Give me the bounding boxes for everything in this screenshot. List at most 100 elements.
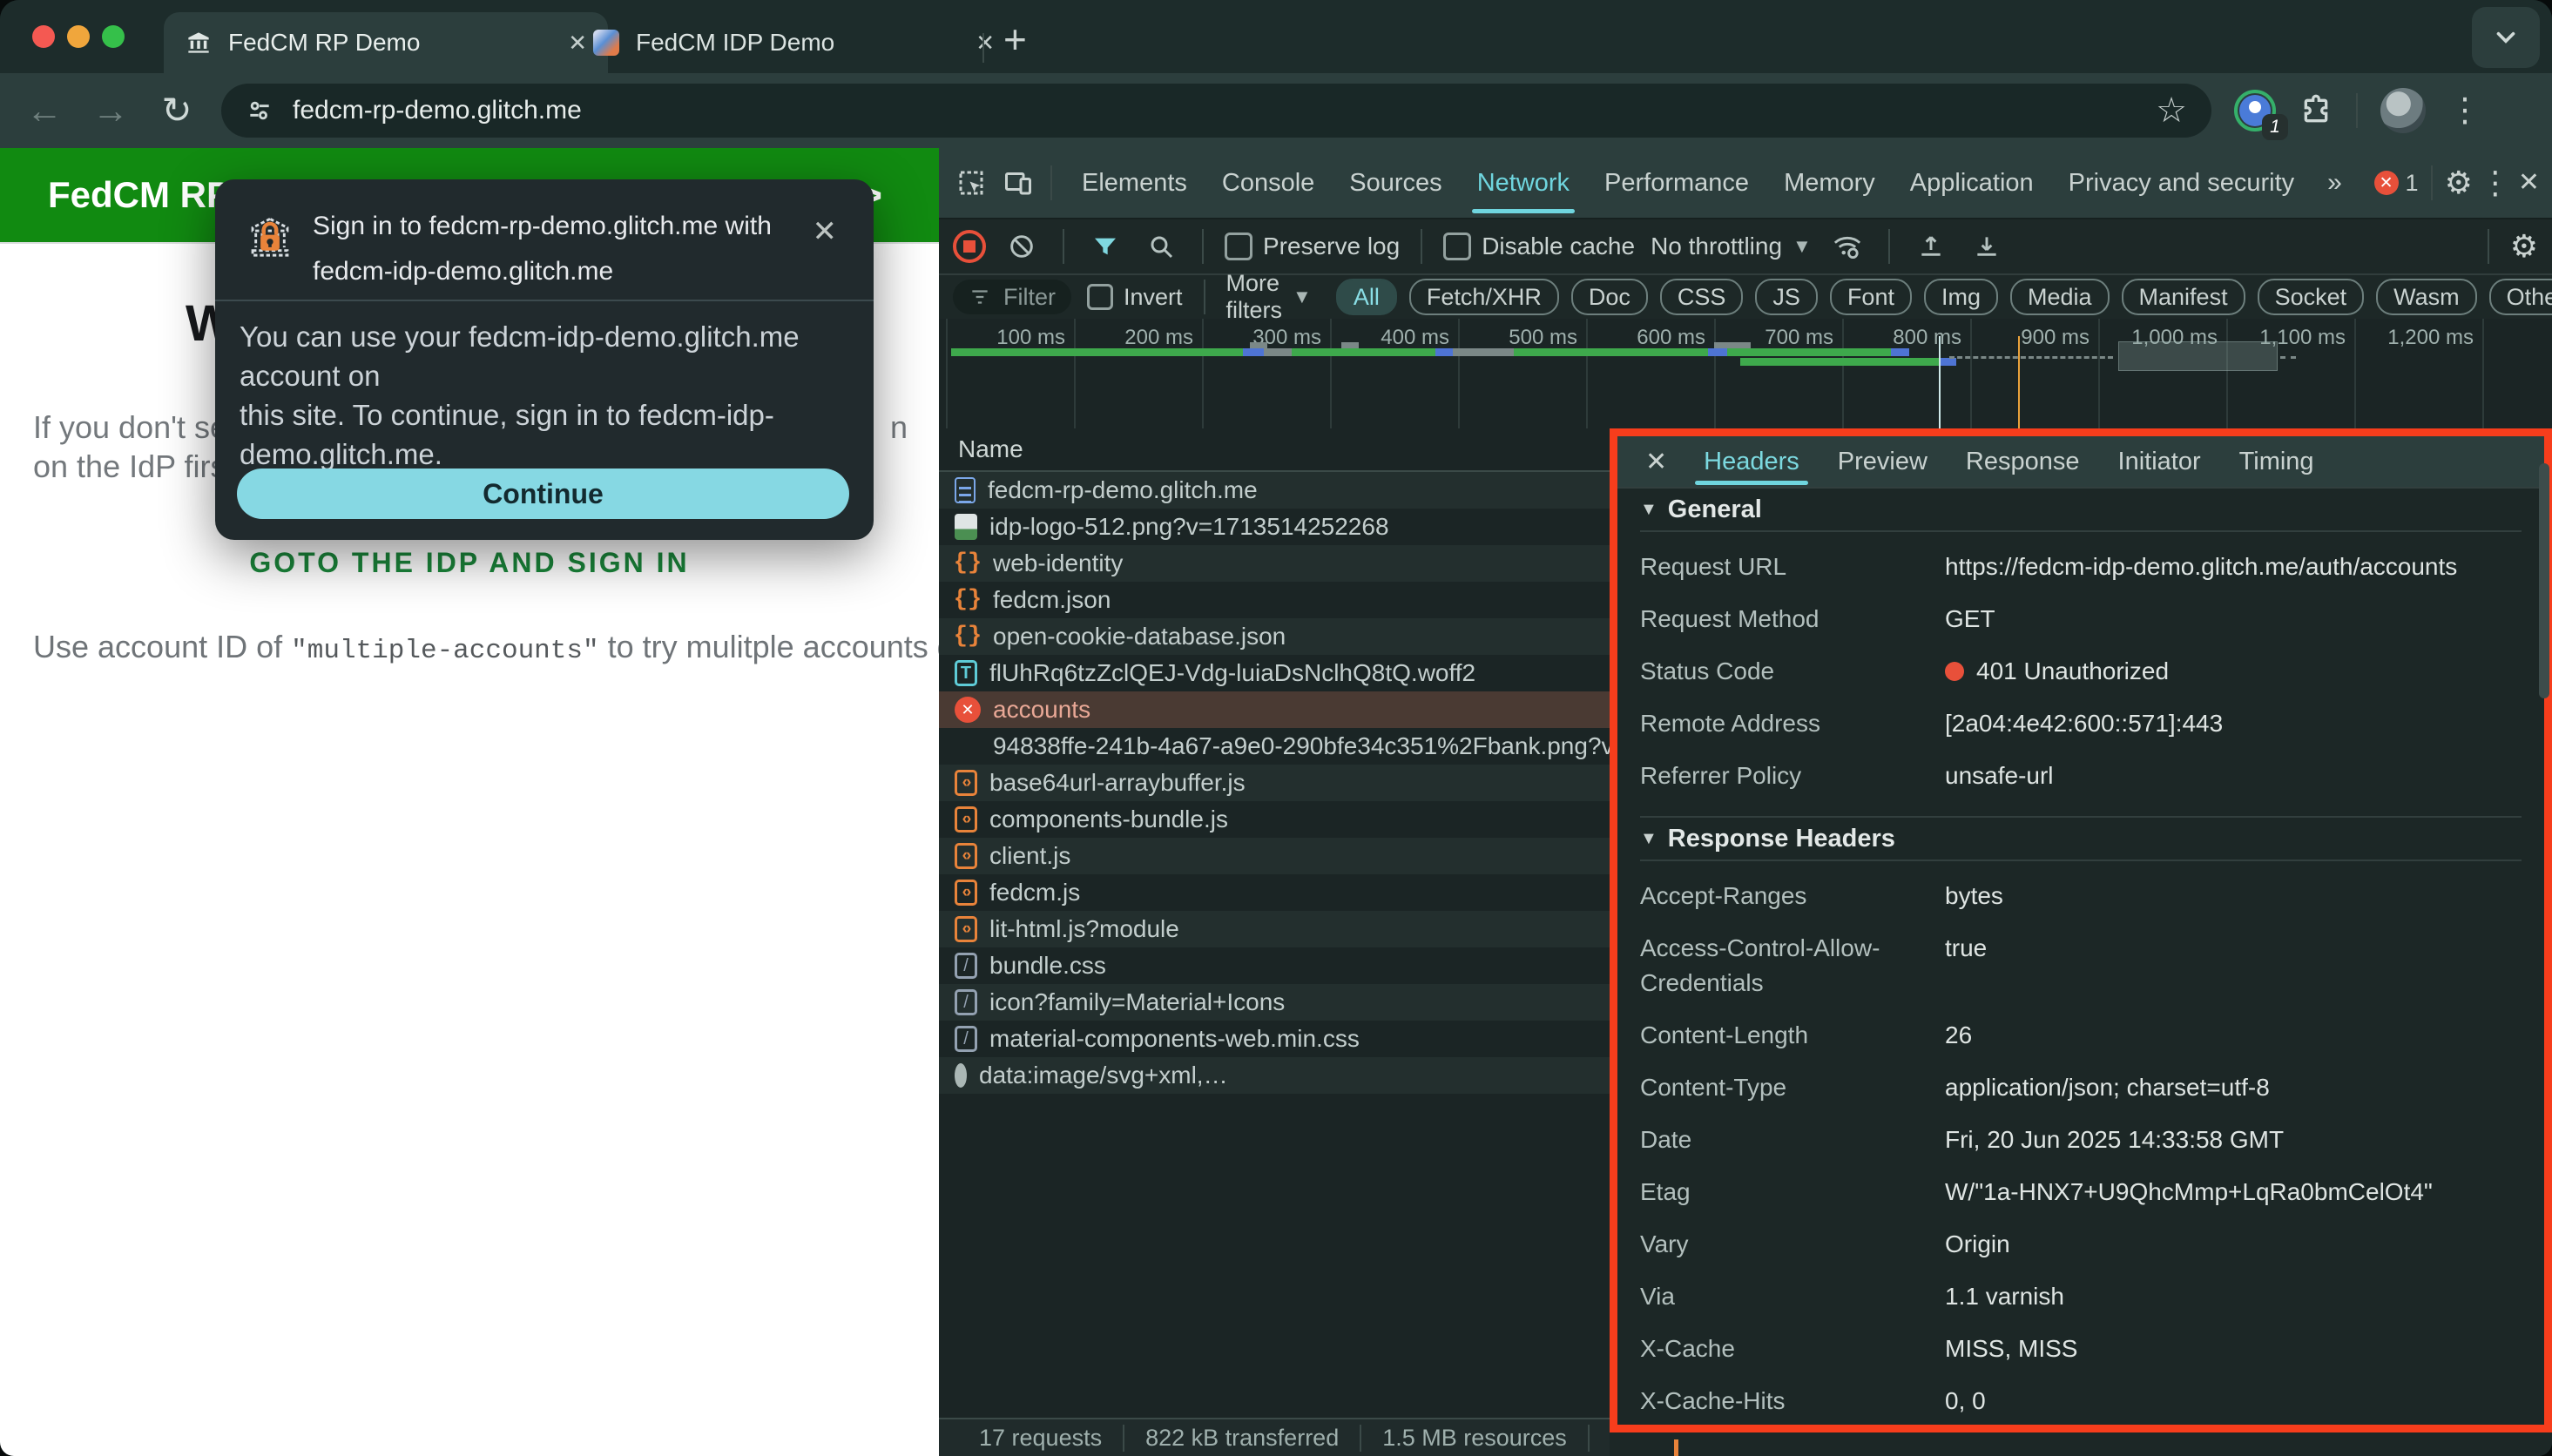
close-details-icon[interactable]: ✕ (1637, 447, 1676, 477)
filter-input[interactable]: Filter (953, 280, 1071, 314)
table-row-request[interactable]: ‹›client.js (939, 838, 1610, 874)
filter-chip-socket[interactable]: Socket (2258, 279, 2365, 315)
clear-network-log-icon[interactable] (1002, 226, 1042, 266)
details-tab-timing[interactable]: Timing (2220, 436, 2333, 487)
new-tab-button[interactable]: + (1003, 16, 1027, 63)
header-value[interactable]: unsafe-url (1945, 758, 2522, 793)
import-har-icon[interactable] (1911, 226, 1951, 266)
table-row-request[interactable]: idp-logo-512.png?v=1713514252268 (939, 509, 1610, 545)
timeline-selection-band[interactable] (2118, 341, 2278, 371)
disable-cache-checkbox[interactable]: Disable cache (1443, 233, 1635, 260)
filter-chip-css[interactable]: CSS (1660, 279, 1744, 315)
filter-chip-other[interactable]: Other (2489, 279, 2552, 315)
dialog-close-icon[interactable]: ✕ (813, 214, 838, 249)
details-tab-response[interactable]: Response (1947, 436, 2099, 487)
table-row-request[interactable]: {}open-cookie-database.json (939, 618, 1610, 655)
filter-funnel-icon[interactable] (1085, 226, 1125, 266)
extensions-puzzle-icon[interactable] (2299, 93, 2333, 128)
error-badge[interactable]: ✕ 1 (2374, 170, 2419, 197)
table-row-request[interactable]: ‹›components-bundle.js (939, 801, 1610, 838)
macos-traffic-lights[interactable] (32, 25, 125, 48)
bookmark-star-icon[interactable]: ☆ (2156, 91, 2187, 131)
details-scrollbar[interactable] (2539, 463, 2549, 698)
site-settings-icon[interactable] (246, 97, 273, 125)
header-value[interactable]: 0, 0 (1945, 1384, 2522, 1419)
devtools-tab-elements[interactable]: Elements (1064, 149, 1205, 217)
devtools-tab-sources[interactable]: Sources (1332, 149, 1459, 217)
minimize-window-button[interactable] (67, 25, 90, 48)
devtools-tab-application[interactable]: Application (1893, 149, 2051, 217)
inspect-element-icon[interactable] (951, 163, 991, 203)
header-value[interactable]: 401 Unauthorized (1945, 654, 2522, 689)
details-tab-headers[interactable]: Headers (1684, 436, 1819, 487)
filter-chip-doc[interactable]: Doc (1571, 279, 1648, 315)
section-header-response-headers[interactable]: ▼Response Headers (1640, 816, 2522, 861)
invert-checkbox[interactable]: Invert (1087, 284, 1183, 311)
table-row-request[interactable]: /material-components-web.min.css (939, 1021, 1610, 1057)
filter-chip-manifest[interactable]: Manifest (2122, 279, 2245, 315)
tab-search-button[interactable] (2472, 7, 2540, 68)
filter-chip-fetch-xhr[interactable]: Fetch/XHR (1409, 279, 1559, 315)
header-value[interactable]: GET (1945, 602, 2522, 637)
table-row-request[interactable]: {}fedcm.json (939, 582, 1610, 618)
reload-button[interactable]: ↻ (155, 92, 199, 129)
filter-chip-js[interactable]: JS (1755, 279, 1818, 315)
devtools-tab-privacy-and-security[interactable]: Privacy and security (2051, 149, 2312, 217)
header-value[interactable]: MISS, MISS (1945, 1331, 2522, 1366)
table-row-request[interactable]: ‹›fedcm.js (939, 874, 1610, 911)
devtools-tab-memory[interactable]: Memory (1766, 149, 1893, 217)
forward-button[interactable]: → (89, 92, 132, 129)
details-tab-initiator[interactable]: Initiator (2099, 436, 2220, 487)
network-settings-gear-icon[interactable]: ⚙ (2510, 231, 2538, 262)
continue-button[interactable]: Continue (237, 468, 849, 519)
devtools-menu-kebab-icon[interactable]: ⋮ (2480, 167, 2511, 199)
address-bar[interactable]: fedcm-rp-demo.glitch.me ☆ (221, 84, 2211, 138)
header-value[interactable]: application/json; charset=utf-8 (1945, 1070, 2522, 1105)
name-column-header[interactable]: Name (939, 428, 1610, 472)
devtools-settings-gear-icon[interactable]: ⚙ (2445, 167, 2473, 199)
devtools-tab-console[interactable]: Console (1205, 149, 1332, 217)
header-value[interactable]: Fri, 20 Jun 2025 14:33:58 GMT (1945, 1122, 2522, 1157)
header-value[interactable]: 1.1 varnish (1945, 1279, 2522, 1314)
goto-idp-link[interactable]: GOTO THE IDP AND SIGN IN (0, 547, 939, 579)
header-value[interactable]: W/"1a-HNX7+U9QhcMmp+LqRa0bmCelOt4" (1945, 1175, 2522, 1210)
table-row-request[interactable]: {}web-identity (939, 545, 1610, 582)
device-toolbar-icon[interactable] (998, 163, 1038, 203)
throttling-dropdown[interactable]: No throttling▼ (1651, 233, 1812, 260)
filter-chip-img[interactable]: Img (1924, 279, 1998, 315)
profile-avatar[interactable] (2380, 88, 2426, 133)
more-tabs-chevrons[interactable]: » (2319, 170, 2351, 196)
devtools-close-icon[interactable]: ✕ (2518, 170, 2540, 196)
tab-fedcm-rp-demo[interactable]: FedCM RP Demo ✕ (164, 12, 608, 73)
export-har-icon[interactable] (1967, 226, 2007, 266)
table-row-request[interactable]: /icon?family=Material+Icons (939, 984, 1610, 1021)
table-row-request[interactable]: ‹›lit-html.js?module (939, 911, 1610, 947)
table-row-request[interactable]: ‹›base64url-arraybuffer.js (939, 765, 1610, 801)
filter-chip-media[interactable]: Media (2010, 279, 2110, 315)
back-button[interactable]: ← (23, 92, 66, 129)
table-row-request[interactable]: data:image/svg+xml,… (939, 1057, 1610, 1094)
browser-menu-icon[interactable]: ⋮ (2448, 94, 2481, 127)
table-row-request[interactable]: fedcm-rp-demo.glitch.me (939, 472, 1610, 509)
header-value[interactable]: https://fedcm-idp-demo.glitch.me/auth/ac… (1945, 549, 2522, 584)
details-tab-preview[interactable]: Preview (1819, 436, 1947, 487)
fedcm-account-icon[interactable]: 1 (2234, 90, 2276, 131)
header-value[interactable]: bytes (1945, 879, 2522, 913)
table-row-request[interactable]: TflUhRq6tzZclQEJ-Vdg-luiaDsNclhQ8tQ.woff… (939, 655, 1610, 691)
filter-chip-all[interactable]: All (1336, 279, 1397, 315)
tab-fedcm-idp-demo[interactable]: FedCM IDP Demo ✕ (571, 12, 1016, 73)
section-header-general[interactable]: ▼General (1640, 489, 2522, 532)
url-text[interactable]: fedcm-rp-demo.glitch.me (293, 96, 582, 125)
close-window-button[interactable] (32, 25, 55, 48)
filter-chip-wasm[interactable]: Wasm (2376, 279, 2477, 315)
header-value[interactable]: 26 (1945, 1018, 2522, 1053)
table-row-request[interactable]: /bundle.css (939, 947, 1610, 984)
header-value[interactable]: true (1945, 931, 2522, 1001)
table-row-request[interactable]: 94838ffe-241b-4a67-a9e0-290bfe34c351%2Fb… (939, 728, 1610, 765)
preserve-log-checkbox[interactable]: Preserve log (1225, 233, 1400, 260)
more-filters-dropdown[interactable]: More filters▼ (1226, 270, 1312, 324)
devtools-tab-performance[interactable]: Performance (1587, 149, 1766, 217)
fullscreen-window-button[interactable] (102, 25, 125, 48)
filter-chip-font[interactable]: Font (1830, 279, 1912, 315)
record-network-log-icon[interactable] (953, 230, 986, 263)
